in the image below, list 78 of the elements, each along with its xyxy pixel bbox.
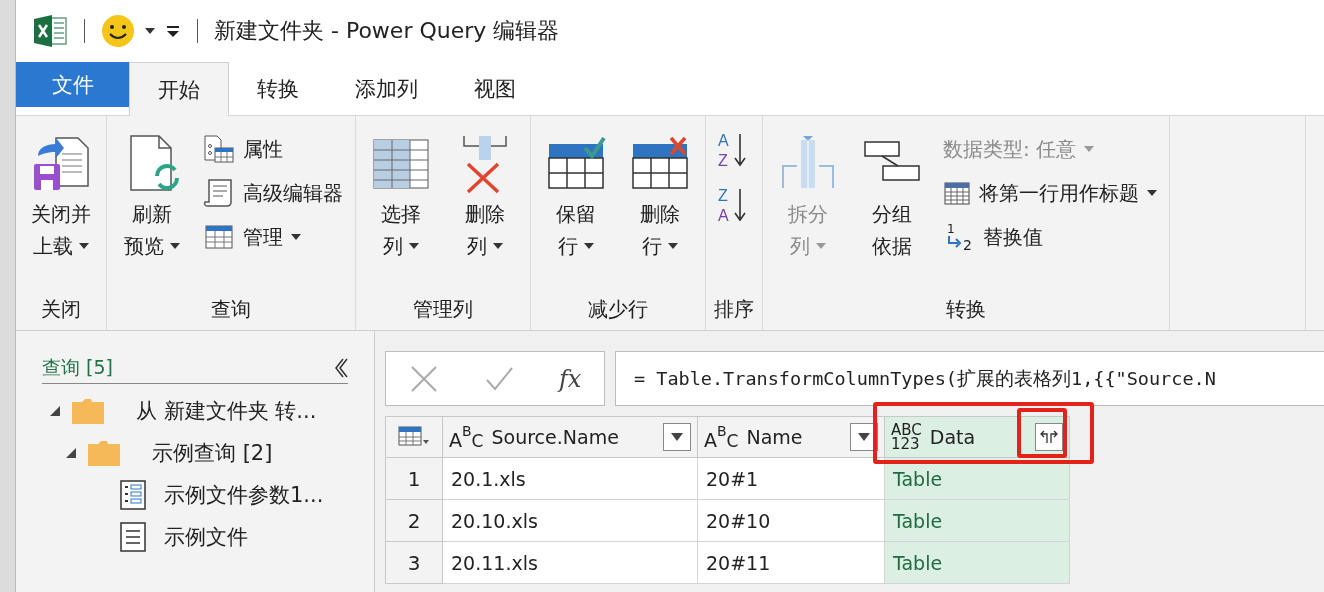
scroll-document-icon — [203, 178, 235, 208]
ribbon-button[interactable]: 删除 列 — [448, 128, 522, 288]
table-cell: Table — [885, 458, 1070, 500]
customize-toolbar-icon[interactable] — [165, 24, 181, 38]
table-icon — [203, 222, 235, 252]
caret-icon — [816, 243, 826, 249]
group-label: 转换 — [945, 296, 987, 323]
group-label: 管理列 — [412, 296, 474, 323]
pane-title: 查询 [5] — [42, 355, 113, 380]
parameter-list-icon — [120, 480, 146, 510]
group-label: 查询 — [210, 296, 252, 323]
caret-icon — [671, 433, 683, 441]
caret-icon — [1084, 146, 1095, 152]
caret-icon — [291, 234, 301, 240]
group-label: 减少行 — [587, 296, 649, 323]
ribbon-button[interactable]: 属性 — [199, 130, 347, 168]
caret-icon — [858, 433, 870, 441]
ribbon-tab[interactable]: 转换 — [229, 62, 327, 115]
ribbon-tab[interactable]: 视图 — [446, 62, 544, 115]
caret-icon — [170, 243, 180, 249]
row-number: 1 — [385, 458, 443, 500]
ribbon-button[interactable]: 分组 依据 — [855, 128, 929, 288]
row-number: 3 — [385, 542, 443, 584]
table-cell: 20.1.xls — [443, 458, 698, 500]
expander-icon[interactable] — [66, 448, 76, 458]
caret-icon — [145, 28, 155, 34]
properties-icon — [203, 134, 235, 164]
collapse-icon[interactable] — [334, 357, 348, 379]
table-icon — [398, 426, 430, 448]
ribbon-tab[interactable]: 开始 — [129, 62, 229, 116]
table-cell: 20#11 — [698, 542, 885, 584]
caret-icon — [584, 243, 594, 249]
excel-icon — [34, 15, 68, 47]
type-icon[interactable]: ABC 123 — [891, 423, 922, 451]
ribbon-button[interactable]: 保留 行 — [539, 128, 613, 288]
group-label: 排序 — [714, 296, 754, 323]
table-cell: 20.11.xls — [443, 542, 698, 584]
caret-icon — [1147, 190, 1157, 196]
folder-icon — [88, 440, 120, 466]
ribbon-button[interactable]: 1 2 替换值 — [939, 218, 1161, 256]
group-label: 关闭 — [40, 296, 82, 323]
table-cell: Table — [885, 542, 1070, 584]
ribbon-tab[interactable]: 添加列 — [327, 62, 446, 115]
query-item[interactable]: 示例文件 — [120, 516, 248, 558]
table-cell: 20.10.xls — [443, 500, 698, 542]
expander-icon[interactable] — [50, 406, 60, 416]
query-item[interactable]: 示例查询 [2] — [88, 432, 273, 474]
caret-icon — [409, 243, 419, 249]
folder-icon — [72, 398, 104, 424]
table-cell: Table — [885, 500, 1070, 542]
row-number: 2 — [385, 500, 443, 542]
formula-field[interactable]: = Table.TransformColumnTypes(扩展的表格列1,{{"Source.N — [615, 351, 1324, 406]
expand-icon — [1039, 430, 1059, 444]
ribbon-button[interactable]: 关闭并 上载 — [24, 128, 98, 288]
function-button[interactable]: fx — [558, 364, 582, 393]
expand-button[interactable] — [1035, 423, 1063, 451]
ribbon-button[interactable]: 选择 列 — [364, 128, 438, 288]
filter-button[interactable] — [663, 423, 691, 451]
ribbon-button[interactable]: 将第一行用作标题 — [939, 174, 1161, 212]
ribbon-button[interactable]: 高级编辑器 — [199, 174, 347, 212]
caret-icon — [668, 243, 678, 249]
ribbon-button[interactable]: 删除 行 — [623, 128, 697, 288]
ribbon-tab[interactable]: 文件 — [16, 62, 129, 107]
query-item[interactable]: 从 新建文件夹 转... — [72, 390, 317, 432]
table-cell: 20#10 — [698, 500, 885, 542]
ribbon-button[interactable]: 刷新 预览 — [115, 128, 189, 288]
ribbon-button[interactable]: 管理 — [199, 218, 347, 256]
table-menu-button[interactable] — [385, 416, 443, 458]
sort-button[interactable]: Z A — [714, 183, 752, 230]
caret-icon — [493, 243, 503, 249]
window-title: 新建文件夹 - Power Query 编辑器 — [214, 17, 560, 45]
smiley-icon[interactable] — [101, 14, 135, 48]
list-document-icon — [120, 522, 146, 552]
table-cell: 20#1 — [698, 458, 885, 500]
query-item[interactable]: 示例文件参数1... — [120, 474, 324, 516]
caret-icon — [79, 243, 89, 249]
sort-button[interactable]: A Z — [714, 128, 752, 175]
calendar-table-icon — [943, 180, 971, 206]
